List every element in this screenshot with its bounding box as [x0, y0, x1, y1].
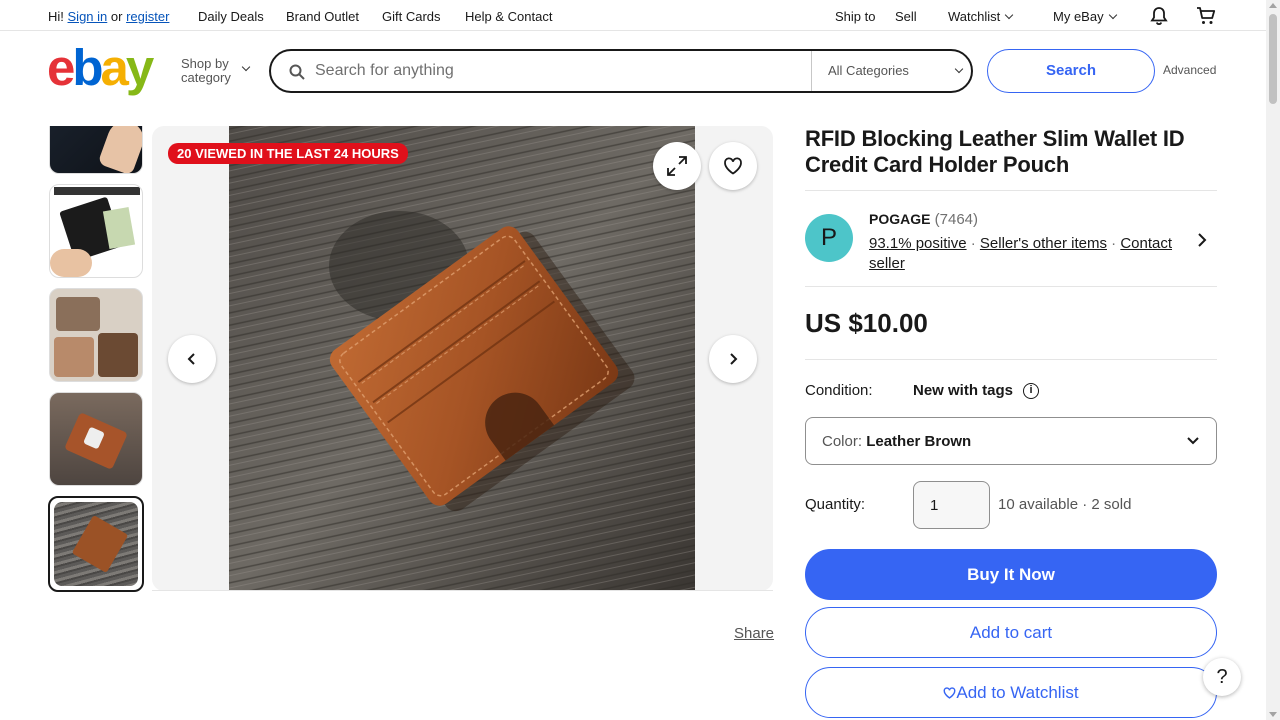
views-badge: 20 VIEWED IN THE LAST 24 HOURS [168, 143, 408, 164]
condition-label: Condition: [805, 382, 873, 399]
item-title: RFID Blocking Leather Slim Wallet ID Cre… [805, 126, 1185, 177]
help-button[interactable]: ? [1203, 658, 1241, 696]
chevron-left-icon [187, 353, 195, 365]
greeting-area: Hi! Sign in or register [48, 9, 169, 24]
category-select[interactable]: All Categories [811, 51, 971, 91]
wallet-photo [229, 126, 695, 591]
daily-deals-link[interactable]: Daily Deals [198, 9, 264, 24]
my-ebay-menu[interactable]: My eBay [1053, 9, 1117, 24]
condition-value-group: New with tags i [913, 382, 1040, 399]
chevron-right-icon [730, 353, 738, 365]
logo-letter-b: b [72, 39, 103, 96]
search-button[interactable]: Search [987, 49, 1155, 93]
availability-text: 10 available · 2 sold [998, 496, 1132, 513]
sell-link[interactable]: Sell [895, 9, 917, 24]
advanced-search-link[interactable]: Advanced [1163, 63, 1216, 77]
share-link[interactable]: Share [734, 625, 774, 642]
info-icon[interactable]: i [1023, 382, 1040, 399]
shop-by-category-button[interactable]: Shop by category [181, 56, 251, 85]
cart-icon[interactable] [1196, 6, 1216, 26]
quantity-label: Quantity: [805, 496, 866, 513]
quantity-input[interactable]: 1 [913, 481, 990, 529]
image-gallery [152, 126, 773, 591]
seller-other-items-link[interactable]: Seller's other items [980, 235, 1107, 252]
category-select-value: All Categories [828, 63, 909, 78]
brand-outlet-link[interactable]: Brand Outlet [286, 9, 359, 24]
add-to-cart-button[interactable]: Add to cart [805, 607, 1217, 658]
watchlist-label: Watchlist [948, 9, 1001, 24]
seller-name[interactable]: POGAGE [869, 211, 930, 227]
item-price: US $10.00 [805, 308, 928, 338]
seller-positive-link[interactable]: 93.1% positive [869, 235, 967, 252]
my-ebay-label: My eBay [1053, 9, 1104, 24]
seller-feedback-count: (7464) [934, 211, 978, 228]
ebay-logo[interactable]: ebay [47, 39, 154, 96]
scroll-down-arrow-icon[interactable] [1269, 712, 1277, 717]
or-text: or [110, 9, 123, 24]
scroll-up-arrow-icon[interactable] [1269, 3, 1277, 8]
seller-avatar[interactable]: P [805, 214, 853, 262]
page-scrollbar[interactable] [1266, 0, 1280, 720]
search-icon [289, 64, 305, 80]
color-select-label: Color: [822, 433, 863, 450]
thumbnail-1[interactable] [49, 126, 143, 174]
favorite-button[interactable] [709, 142, 757, 190]
divider [805, 286, 1217, 287]
thumbnail-3[interactable] [49, 288, 143, 382]
search-input[interactable] [315, 61, 795, 81]
divider [805, 190, 1217, 191]
condition-value: New with tags [913, 382, 1014, 399]
logo-letter-e: e [47, 39, 75, 96]
expand-image-button[interactable] [653, 142, 701, 190]
greeting-text: Hi! [48, 9, 64, 24]
previous-image-button[interactable] [168, 335, 216, 383]
thumbnail-2[interactable] [49, 184, 143, 278]
chevron-down-icon [1108, 10, 1117, 20]
top-bar: Hi! Sign in or register Daily Deals Bran… [0, 0, 1266, 31]
chevron-down-icon [241, 62, 251, 72]
divider [805, 359, 1217, 360]
scrollbar-thumb[interactable] [1269, 14, 1277, 104]
logo-letter-y: y [125, 39, 154, 96]
add-to-watchlist-button[interactable]: Add to Watchlist [805, 667, 1217, 718]
shop-by-line2: category [181, 70, 231, 85]
thumbnail-4[interactable] [49, 392, 143, 486]
logo-letter-a: a [100, 39, 129, 96]
next-image-button[interactable] [709, 335, 757, 383]
expand-icon [667, 156, 687, 176]
help-contact-link[interactable]: Help & Contact [465, 9, 552, 24]
shop-by-line1: Shop by [181, 56, 229, 71]
gallery-divider [152, 590, 773, 591]
register-link[interactable]: register [126, 9, 169, 24]
heart-icon [724, 157, 742, 175]
separator-dot: · [1111, 235, 1117, 252]
search-bar: All Categories [269, 49, 973, 93]
add-to-watchlist-label: Add to Watchlist [956, 683, 1079, 702]
notification-bell-icon[interactable] [1150, 6, 1168, 26]
thumbnail-strip [48, 126, 144, 592]
ship-to-link[interactable]: Ship to [835, 9, 875, 24]
separator-dot: · [970, 235, 976, 252]
heart-icon [943, 687, 956, 699]
color-select-value: Leather Brown [866, 433, 972, 450]
watchlist-menu[interactable]: Watchlist [948, 9, 1014, 24]
main-product-image[interactable] [229, 126, 695, 591]
chevron-right-icon[interactable] [1195, 232, 1209, 248]
thumbnail-5[interactable] [48, 496, 144, 592]
chevron-down-icon [1005, 10, 1014, 20]
chevron-down-icon [954, 64, 964, 74]
sign-in-link[interactable]: Sign in [68, 9, 108, 24]
color-select[interactable]: Color: Leather Brown [805, 417, 1217, 465]
buy-it-now-button[interactable]: Buy It Now [805, 549, 1217, 600]
gift-cards-link[interactable]: Gift Cards [382, 9, 441, 24]
chevron-down-icon [1187, 437, 1199, 445]
seller-info: POGAGE (7464) 93.1% positive · Seller's … [869, 209, 1189, 274]
